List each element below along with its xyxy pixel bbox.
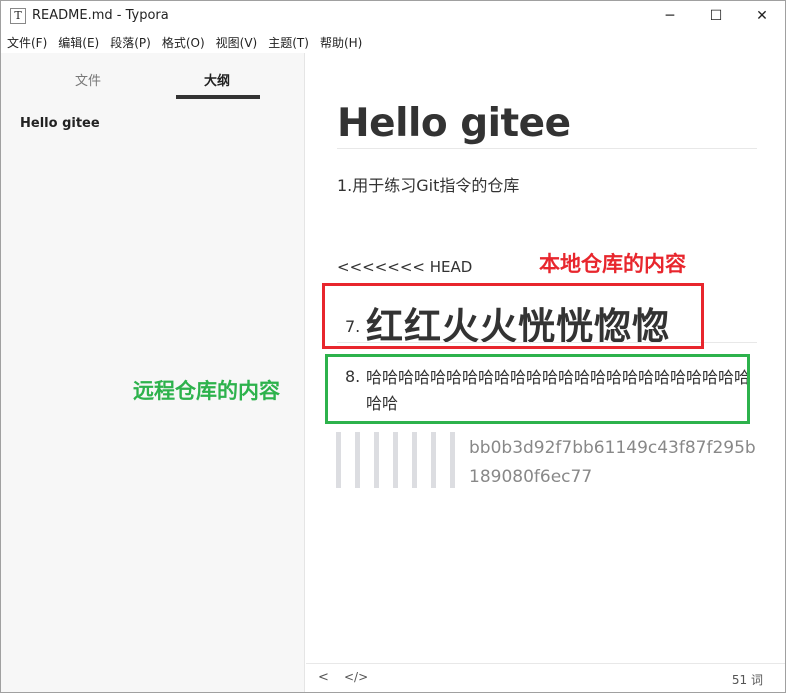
conflict-separator-block <box>336 432 466 488</box>
source-mode-button[interactable]: </> <box>344 670 368 684</box>
window-title: README.md - Typora <box>32 8 169 23</box>
menu-help[interactable]: 帮助(H) <box>320 34 362 51</box>
conflict-head-marker: <<<<<<< HEAD <box>337 258 473 276</box>
title-bar: T README.md - Typora ─ ☐ ✕ <box>1 1 785 31</box>
heading-divider <box>337 148 757 149</box>
separator-bar <box>431 432 436 488</box>
menu-theme[interactable]: 主题(T) <box>268 34 309 51</box>
minimize-button[interactable]: ─ <box>647 1 693 31</box>
separator-bar <box>393 432 398 488</box>
conflict-commit-hash: bb0b3d92f7bb61149c43f87f295b189080f6ec77 <box>469 438 756 487</box>
menu-file[interactable]: 文件(F) <box>7 34 47 51</box>
active-tab-indicator <box>176 95 260 99</box>
close-icon: ✕ <box>756 8 768 24</box>
remote-content-label: 远程仓库的内容 <box>133 379 280 403</box>
word-count[interactable]: 51 词 <box>732 671 763 688</box>
tab-files[interactable]: 文件 <box>75 70 101 89</box>
separator-bar <box>374 432 379 488</box>
local-content-highlight-box <box>322 283 704 349</box>
tab-outline[interactable]: 大纲 <box>204 70 230 89</box>
remote-content-highlight-box <box>325 354 750 424</box>
menu-bar: 文件(F) 编辑(E) 段落(P) 格式(O) 视图(V) 主题(T) 帮助(H… <box>1 31 785 53</box>
document-paragraph: 1.用于练习Git指令的仓库 <box>337 176 520 195</box>
menu-edit[interactable]: 编辑(E) <box>58 34 99 51</box>
maximize-icon: ☐ <box>709 8 723 24</box>
menu-view[interactable]: 视图(V) <box>216 34 258 51</box>
document-heading: Hello gitee <box>337 101 571 146</box>
outline-item-hello-gitee[interactable]: Hello gitee <box>20 116 100 131</box>
minimize-icon: ─ <box>665 8 675 24</box>
sidebar: 文件 大纲 Hello gitee <box>1 53 305 692</box>
separator-bar <box>450 432 455 488</box>
menu-format[interactable]: 格式(O) <box>162 34 205 51</box>
typora-app-icon: T <box>10 8 26 24</box>
local-content-label: 本地仓库的内容 <box>539 252 686 276</box>
separator-bar <box>355 432 360 488</box>
toggle-sidebar-button[interactable]: < <box>318 670 329 685</box>
separator-bar <box>336 432 341 488</box>
status-bar: < </> 51 词 <box>306 663 785 692</box>
menu-paragraph[interactable]: 段落(P) <box>110 34 151 51</box>
close-button[interactable]: ✕ <box>739 1 785 31</box>
maximize-button[interactable]: ☐ <box>693 1 739 31</box>
separator-bar <box>412 432 417 488</box>
